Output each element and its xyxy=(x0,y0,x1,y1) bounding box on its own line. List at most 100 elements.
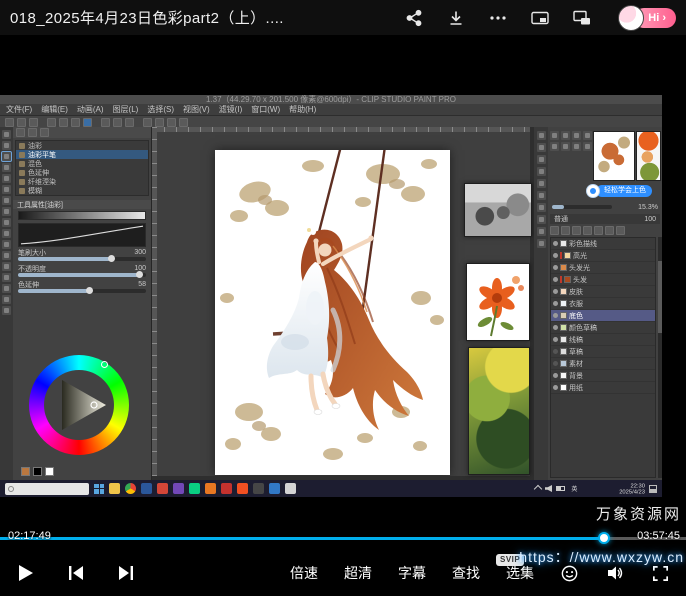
navigator-thumbnail xyxy=(593,131,635,181)
overlay-ad-badge: 轻松学会上色 xyxy=(586,184,652,198)
layer-thumb xyxy=(560,324,567,331)
eye-icon xyxy=(553,325,558,330)
csp-tool-strip xyxy=(0,127,13,480)
user-avatar[interactable] xyxy=(618,5,644,31)
layer-row: 线稿 xyxy=(551,334,655,346)
app-icon xyxy=(205,483,216,494)
layer-tool-icon xyxy=(594,226,603,235)
eye-icon xyxy=(553,361,558,366)
eye-icon xyxy=(553,301,558,306)
brush-icon xyxy=(19,161,25,167)
tool-icon xyxy=(2,207,11,216)
subtool-tabs xyxy=(13,127,151,138)
app-icon xyxy=(189,483,200,494)
tool-icon xyxy=(2,229,11,238)
app-icon xyxy=(237,483,248,494)
eye-icon xyxy=(553,373,558,378)
panel-icon xyxy=(537,191,546,200)
speed-button[interactable]: 倍速 xyxy=(290,563,318,583)
slider-track xyxy=(18,273,146,277)
top-bar-actions: Hi › xyxy=(404,5,676,31)
tool-icon xyxy=(2,306,11,315)
eye-icon xyxy=(553,289,558,294)
panel-icon xyxy=(537,215,546,224)
screencast-clip-studio-paint: 1.37（44.29.70 x 201.500 像素@600dpi）- CLIP… xyxy=(0,95,662,497)
brush-icon xyxy=(19,179,25,185)
reference-flower xyxy=(466,263,530,341)
panel-icon xyxy=(550,131,559,140)
layer-row: 素材 xyxy=(551,358,655,370)
layer-thumb xyxy=(560,312,567,319)
seek-bar[interactable] xyxy=(0,537,686,540)
navigator-zoom-value: 15.3% xyxy=(638,204,658,211)
panel-icon xyxy=(537,131,546,140)
tool-icon xyxy=(2,196,11,205)
taskbar-time: 22:30 xyxy=(610,482,645,488)
tool-icon xyxy=(2,284,11,293)
toolbar-icon xyxy=(125,118,134,127)
tool-icon xyxy=(2,174,11,183)
current-time: 02:17:49 xyxy=(8,530,51,542)
more-icon[interactable] xyxy=(488,8,508,28)
layer-tool-icon xyxy=(583,226,592,235)
navigator-zoom-row: 15.3% xyxy=(552,203,658,211)
layer-thumb xyxy=(560,336,567,343)
layer-label: 高光 xyxy=(573,251,587,261)
toolbar-icon xyxy=(143,118,152,127)
layer-thumb xyxy=(560,372,567,379)
layer-tool-icon xyxy=(550,226,559,235)
toolbar-icon xyxy=(47,118,56,127)
panel-icon xyxy=(583,142,592,151)
horizontal-ruler xyxy=(152,127,534,132)
zoom-track xyxy=(552,205,612,209)
brush-list: 油彩 油彩平笔 混色 色延伸 纤维湮染 模糊 xyxy=(15,140,149,196)
layer-thumb xyxy=(560,360,567,367)
layer-label: 颜色草稿 xyxy=(569,323,597,333)
input-language: 英 xyxy=(571,484,578,493)
volume-tray-icon xyxy=(545,485,552,492)
layer-row: 背景 xyxy=(551,370,655,382)
eye-icon xyxy=(553,265,558,270)
menu-item: 滤镜(I) xyxy=(219,104,243,115)
saturation-triangle xyxy=(46,372,112,438)
next-button[interactable] xyxy=(116,563,136,583)
csp-menu-bar: 文件(F) 编辑(E) 动画(A) 图层(L) 选择(S) 视图(V) 滤镜(I… xyxy=(0,104,662,116)
watermark-url: https：//www.wxzyw.cn xyxy=(519,547,684,567)
slider-fill xyxy=(18,289,88,293)
csp-window-title: 1.37（44.29.70 x 201.500 像素@600dpi）- CLIP… xyxy=(0,95,662,104)
share-icon[interactable] xyxy=(404,8,424,28)
layer-thumb xyxy=(560,240,567,247)
play-button[interactable] xyxy=(16,563,36,583)
video-frame[interactable]: 1.37（44.29.70 x 201.500 像素@600dpi）- CLIP… xyxy=(0,35,686,530)
layer-thumb xyxy=(564,276,571,283)
panel-icon xyxy=(583,131,592,140)
layer-tool-icon xyxy=(561,226,570,235)
layer-thumb xyxy=(560,300,567,307)
quality-button[interactable]: 超清 xyxy=(344,563,372,583)
top-bar: 018_2025年4月23日色彩part2（上）.... xyxy=(0,0,686,35)
windows-start-icon xyxy=(94,484,104,494)
mini-player-icon[interactable] xyxy=(572,8,592,28)
picture-in-picture-icon[interactable] xyxy=(530,8,550,28)
slider-track xyxy=(18,257,146,261)
reference-greenery xyxy=(468,347,530,475)
download-icon[interactable] xyxy=(446,8,466,28)
toolbar-icon xyxy=(179,118,188,127)
seek-handle[interactable] xyxy=(598,532,610,544)
toolbar-icon xyxy=(101,118,110,127)
find-button[interactable]: 查找 xyxy=(452,563,480,583)
brush-icon xyxy=(19,170,25,176)
layer-label: 素材 xyxy=(569,359,583,369)
subtitle-button[interactable]: 字幕 xyxy=(398,563,426,583)
layer-blend-row: 普通 100 xyxy=(550,214,660,224)
blend-mode-value: 普通 xyxy=(554,214,568,224)
toolbar-icon xyxy=(29,118,38,127)
tool-icon xyxy=(2,218,11,227)
layer-row: 草稿 xyxy=(551,346,655,358)
menu-item: 选择(S) xyxy=(147,104,174,115)
tool-icon xyxy=(2,240,11,249)
explorer-icon xyxy=(109,483,120,494)
video-player-window: 018_2025年4月23日色彩part2（上）.... xyxy=(0,0,686,596)
brush-icon xyxy=(19,143,25,149)
previous-button[interactable] xyxy=(66,563,86,583)
